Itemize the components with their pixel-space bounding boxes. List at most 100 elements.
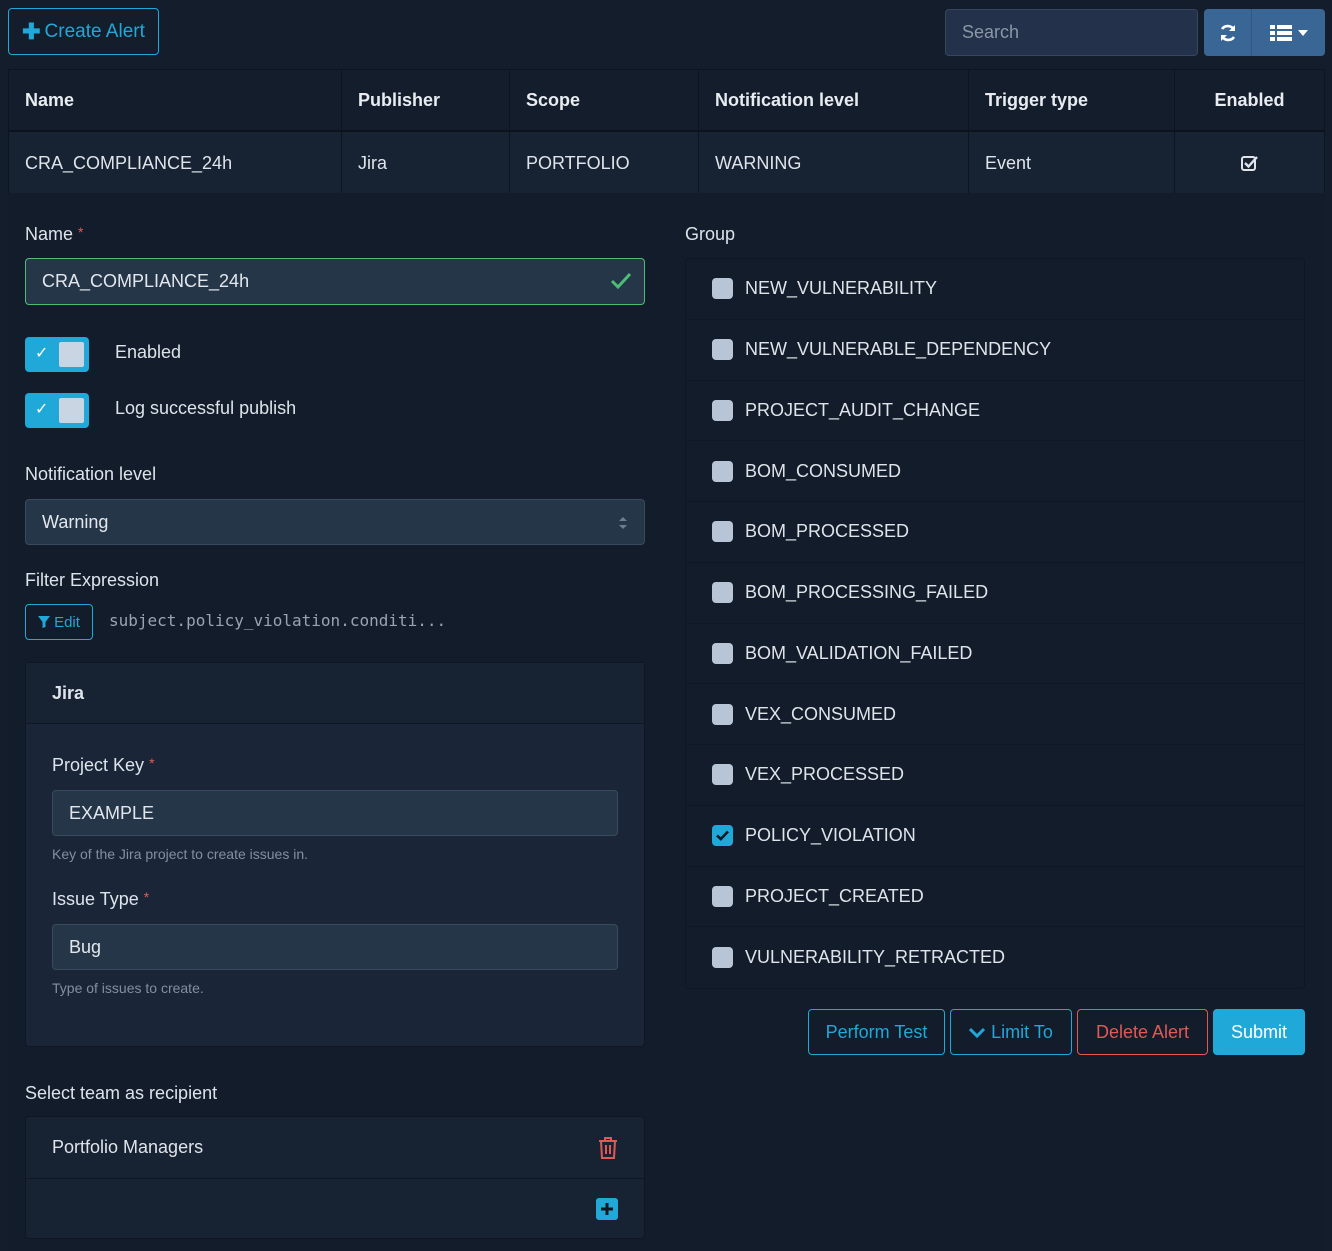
checkbox[interactable] (712, 582, 733, 604)
edit-filter-button[interactable]: Edit (25, 604, 93, 640)
cell-scope: PORTFOLIO (510, 132, 699, 194)
add-team-row (26, 1178, 644, 1239)
group-item-vex-consumed[interactable]: VEX_CONSUMED (686, 684, 1304, 745)
group-item-project-created[interactable]: PROJECT_CREATED (686, 867, 1304, 928)
toggle-check-icon: ✓ (35, 401, 49, 418)
column-header-enabled[interactable]: Enabled (1175, 70, 1324, 130)
group-item-vulnerability-retracted[interactable]: VULNERABILITY_RETRACTED (686, 927, 1304, 988)
toggle-knob (59, 342, 84, 367)
alerts-table: Name Publisher Scope Notification level … (8, 69, 1325, 195)
table-toolbar (1204, 9, 1325, 56)
checkbox-checked[interactable] (712, 825, 733, 847)
checkbox[interactable] (712, 703, 733, 725)
checkbox[interactable] (712, 885, 733, 907)
column-header-name[interactable]: Name (9, 70, 342, 130)
project-key-label: Project Key * (52, 755, 155, 775)
perform-test-button[interactable]: Perform Test (808, 1009, 945, 1055)
group-item-bom-processing-failed[interactable]: BOM_PROCESSING_FAILED (686, 563, 1304, 624)
project-key-help: Key of the Jira project to create issues… (52, 846, 309, 862)
project-key-input[interactable]: EXAMPLE (52, 790, 618, 836)
table-row[interactable]: CRA_COMPLIANCE_24h Jira PORTFOLIO WARNIN… (9, 132, 1324, 194)
group-label: Group (685, 224, 736, 244)
alert-detail-panel: Name * CRA_COMPLIANCE_24h ✓ Enabled ✓ Lo… (8, 193, 1325, 1251)
group-item-label: PROJECT_AUDIT_CHANGE (745, 399, 981, 420)
issue-type-input[interactable]: Bug (52, 924, 618, 970)
issue-type-help: Type of issues to create. (52, 980, 204, 996)
group-item-label: BOM_VALIDATION_FAILED (745, 642, 973, 663)
name-label: Name * (25, 224, 84, 244)
checkbox[interactable] (712, 764, 733, 786)
group-item-bom-validation-failed[interactable]: BOM_VALIDATION_FAILED (686, 624, 1304, 685)
group-list: NEW_VULNERABILITY NEW_VULNERABLE_DEPENDE… (685, 258, 1305, 989)
limit-to-button[interactable]: Limit To (950, 1009, 1072, 1055)
team-name: Portfolio Managers (52, 1137, 204, 1157)
group-item-label: VULNERABILITY_RETRACTED (745, 947, 1006, 968)
group-item-label: PROJECT_CREATED (745, 885, 924, 906)
group-item-label: NEW_VULNERABILITY (745, 278, 938, 299)
cell-notification-level: WARNING (699, 132, 969, 194)
checked-square-icon (1240, 156, 1258, 171)
publisher-config-card: Jira Project Key * EXAMPLE Key of the Ji… (25, 662, 645, 1047)
cell-publisher: Jira (342, 132, 510, 194)
issue-type-label: Issue Type * (52, 889, 150, 909)
checkbox[interactable] (712, 521, 733, 543)
column-header-trigger-type[interactable]: Trigger type (969, 70, 1175, 130)
refresh-icon (1220, 24, 1235, 41)
cell-name: CRA_COMPLIANCE_24h (9, 132, 342, 194)
filter-icon (38, 616, 51, 628)
group-item-label: VEX_PROCESSED (745, 764, 905, 785)
refresh-button[interactable] (1204, 9, 1252, 56)
column-header-publisher[interactable]: Publisher (342, 70, 510, 130)
group-item-label: BOM_PROCESSED (745, 521, 910, 542)
filter-expression-label: Filter Expression (25, 570, 160, 590)
group-item-new-vulnerability[interactable]: NEW_VULNERABILITY (686, 259, 1304, 320)
checkbox[interactable] (712, 947, 733, 969)
toggle-check-icon: ✓ (35, 345, 49, 362)
column-header-notification-level[interactable]: Notification level (699, 70, 969, 130)
project-key-value: EXAMPLE (69, 802, 155, 823)
columns-dropdown-button[interactable] (1252, 9, 1325, 56)
checkbox[interactable] (712, 278, 733, 300)
team-recipient-label: Select team as recipient (25, 1083, 218, 1103)
create-alert-button[interactable]: ✚ Create Alert (8, 8, 159, 55)
log-publish-toggle[interactable]: ✓ (25, 393, 89, 428)
chevron-down-icon (969, 1027, 986, 1038)
notification-level-value: Warning (42, 511, 109, 532)
group-item-bom-consumed[interactable]: BOM_CONSUMED (686, 441, 1304, 502)
list-icon (1269, 24, 1292, 41)
checkbox[interactable] (712, 339, 733, 361)
group-item-new-vulnerable-dependency[interactable]: NEW_VULNERABLE_DEPENDENCY (686, 320, 1304, 381)
search-input[interactable]: Search (945, 9, 1198, 56)
column-header-scope[interactable]: Scope (510, 70, 699, 130)
table-header-row: Name Publisher Scope Notification level … (9, 70, 1324, 132)
filter-expression-value: subject.policy_violation.conditi... (109, 611, 447, 630)
group-item-vex-processed[interactable]: VEX_PROCESSED (686, 745, 1304, 806)
notification-level-select[interactable]: Warning (25, 499, 645, 545)
publisher-card-title: Jira (26, 663, 644, 724)
group-item-label: BOM_PROCESSING_FAILED (745, 582, 989, 603)
submit-button[interactable]: Submit (1213, 1009, 1305, 1055)
enabled-toggle[interactable]: ✓ (25, 337, 89, 372)
group-item-project-audit-change[interactable]: PROJECT_AUDIT_CHANGE (686, 381, 1304, 442)
limit-to-label: Limit To (991, 1021, 1053, 1042)
add-team-icon[interactable] (596, 1198, 618, 1220)
group-item-label: BOM_CONSUMED (745, 460, 902, 481)
group-item-policy-violation[interactable]: POLICY_VIOLATION (686, 806, 1304, 867)
notification-level-label: Notification level (25, 464, 157, 484)
trash-icon[interactable] (598, 1136, 618, 1159)
plus-icon: ✚ (22, 18, 41, 44)
group-item-label: NEW_VULNERABLE_DEPENDENCY (745, 339, 1052, 360)
checkbox[interactable] (712, 399, 733, 421)
group-item-label: VEX_CONSUMED (745, 703, 897, 724)
caret-down-icon (1297, 29, 1308, 36)
name-input[interactable]: CRA_COMPLIANCE_24h (25, 258, 645, 305)
cell-trigger-type: Event (969, 132, 1175, 194)
toggle-knob (59, 398, 84, 423)
edit-filter-label: Edit (54, 613, 80, 631)
checkbox[interactable] (712, 460, 733, 482)
team-recipient-list: Portfolio Managers (25, 1116, 645, 1239)
checkbox[interactable] (712, 642, 733, 664)
delete-alert-button[interactable]: Delete Alert (1077, 1009, 1208, 1055)
group-item-bom-processed[interactable]: BOM_PROCESSED (686, 502, 1304, 563)
team-row: Portfolio Managers (26, 1117, 644, 1178)
